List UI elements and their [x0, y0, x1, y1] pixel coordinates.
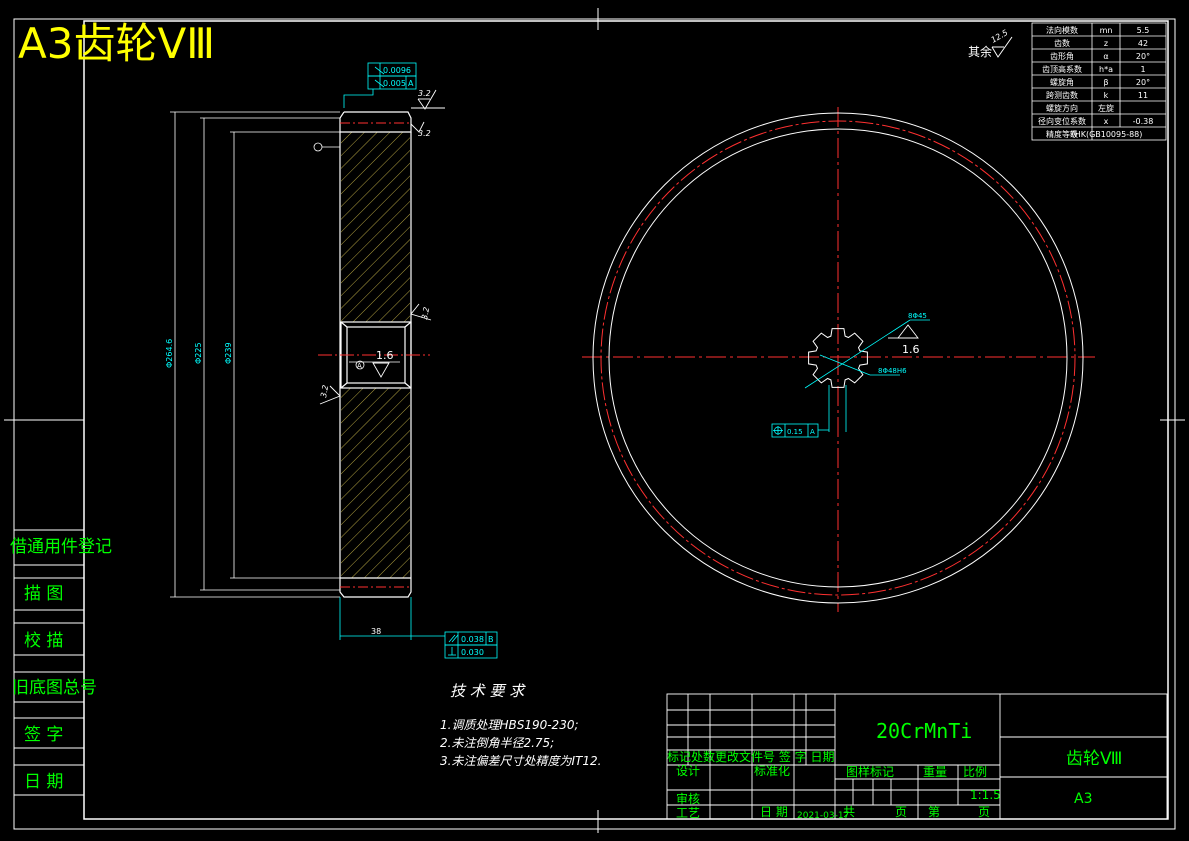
roughness-other-value: 12.5	[990, 28, 1010, 45]
part-name-text: 齿轮Ⅷ	[1066, 749, 1122, 769]
spline-callout-2: 8Φ48H6	[878, 367, 907, 375]
dim-outer-diameter: Φ264.6	[165, 339, 174, 368]
side-label-old-drawing: 旧底图总号	[12, 678, 97, 698]
tol-runout-top-value: 0.0096	[383, 66, 411, 75]
tol-top-datum: A	[408, 79, 414, 88]
section-view: Φ264.6 Φ225 Φ239 38 0.0096 0.005 A 0.038…	[165, 62, 498, 659]
drawing-sheet: A3齿轮ⅤⅢ 借通用件登记 描 图 校 描 旧底图总号 签 字 日 期 其余 1…	[4, 8, 1185, 833]
param-symbol-3: h*a	[1099, 65, 1113, 74]
sheet-label: 第	[928, 805, 940, 819]
stage-label: 图样标记	[846, 764, 894, 779]
param-value-1: 42	[1138, 39, 1148, 48]
param-name-7: 径向变位系数	[1038, 116, 1086, 126]
page-label: 页	[895, 805, 907, 819]
param-name-6: 螺旋方向	[1046, 103, 1078, 113]
spline-callout-1: 8Φ45	[908, 312, 927, 320]
param-value-3: 1	[1140, 65, 1145, 74]
param-name-4: 螺旋角	[1050, 77, 1074, 87]
date-value: 2021-03-17	[797, 811, 849, 821]
param-value-7: -0.38	[1133, 117, 1154, 126]
param-symbol-7: x	[1104, 117, 1109, 126]
tech-req-heading: 技 术 要 求	[450, 682, 526, 700]
side-label-date: 日 期	[24, 772, 63, 792]
param-symbol-4: β	[1103, 78, 1108, 87]
tol-runout-bottom-value: 0.038	[461, 635, 484, 644]
standardize-label: 标准化	[754, 764, 790, 778]
revision-header: 标记处数更改文件号 签 字 日期	[667, 749, 834, 764]
param-value-8: 7HK(GB10095-88)	[1070, 130, 1143, 139]
side-label-register: 借通用件登记	[10, 537, 112, 557]
tol-bottom-datum: B	[488, 635, 494, 644]
position-tol-datum: A	[810, 428, 815, 436]
param-value-0: 5.5	[1137, 26, 1150, 35]
param-symbol-0: mn	[1100, 26, 1113, 35]
roughness-bore-value: 1.6	[376, 349, 394, 362]
tol-parallel-top-value: 0.005	[383, 79, 406, 88]
check-label: 审核	[676, 791, 700, 806]
sheet-page-label: 页	[978, 805, 990, 819]
param-value-4: 20°	[1136, 78, 1150, 87]
roughness-front-value: 1.6	[902, 343, 920, 356]
side-label-trace: 描 图	[24, 584, 63, 604]
weight-label: 重量	[923, 765, 947, 779]
param-symbol-1: z	[1104, 39, 1108, 48]
param-name-1: 齿数	[1054, 38, 1070, 48]
tech-req-item-3: 3.未注偏差尺寸处精度为IT12.	[440, 754, 601, 768]
roughness-front-symbol	[897, 324, 919, 339]
tech-req-item-1: 1.调质处理HBS190-230;	[440, 718, 579, 732]
section-hatch-bottom	[341, 388, 410, 578]
tol-parallel-bottom-value: 0.030	[461, 648, 484, 657]
total-label: 共	[843, 805, 855, 819]
param-symbol-5: k	[1104, 91, 1109, 100]
param-value-6: 左旋	[1098, 103, 1114, 113]
section-hatch-top	[341, 132, 410, 322]
date-label: 日 期	[760, 805, 788, 819]
roughness-other-label: 其余	[968, 44, 992, 59]
param-name-5: 跨测齿数	[1046, 90, 1078, 100]
roughness-bore-symbol	[372, 362, 390, 378]
roughness-top2-value: 3.2	[418, 129, 431, 138]
outer-frame	[13, 18, 1176, 830]
dim-width: 38	[371, 627, 381, 636]
tech-req-item-2: 2.未注倒角半径2.75;	[440, 736, 554, 750]
roughness-right-value: 3.2	[420, 306, 431, 320]
param-symbol-2: α	[1103, 52, 1108, 61]
dim-root-diameter: Φ225	[194, 342, 203, 364]
param-name-2: 齿形角	[1050, 51, 1074, 61]
position-tol-value: 0.15	[787, 428, 803, 436]
drawing-title: A3齿轮ⅤⅢ	[18, 19, 215, 68]
scale-label: 比例	[963, 765, 987, 779]
roughness-top-value: 3.2	[418, 89, 431, 98]
material-text: 20CrMnTi	[876, 719, 972, 743]
side-label-sign: 签 字	[24, 725, 63, 745]
front-view: 8Φ45 8Φ48H6 0.15 A 1.6	[582, 107, 1095, 612]
design-label: 设计	[676, 764, 700, 778]
sheet-size-text: A3	[1074, 791, 1092, 807]
param-value-5: 11	[1138, 91, 1148, 100]
dim-hub-diameter: Φ239	[224, 342, 233, 364]
roughness-left-value: 3.2	[319, 384, 330, 398]
datum-a-bore: A	[357, 362, 362, 370]
inner-frame	[83, 20, 1169, 820]
side-label-check-trace: 校 描	[24, 631, 63, 651]
param-name-0: 法向模数	[1046, 25, 1078, 35]
process-label: 工艺	[676, 806, 700, 820]
param-value-2: 20°	[1136, 52, 1150, 61]
scale-value: 1:1.5	[970, 788, 1001, 802]
param-name-3: 齿顶高系数	[1042, 64, 1082, 74]
